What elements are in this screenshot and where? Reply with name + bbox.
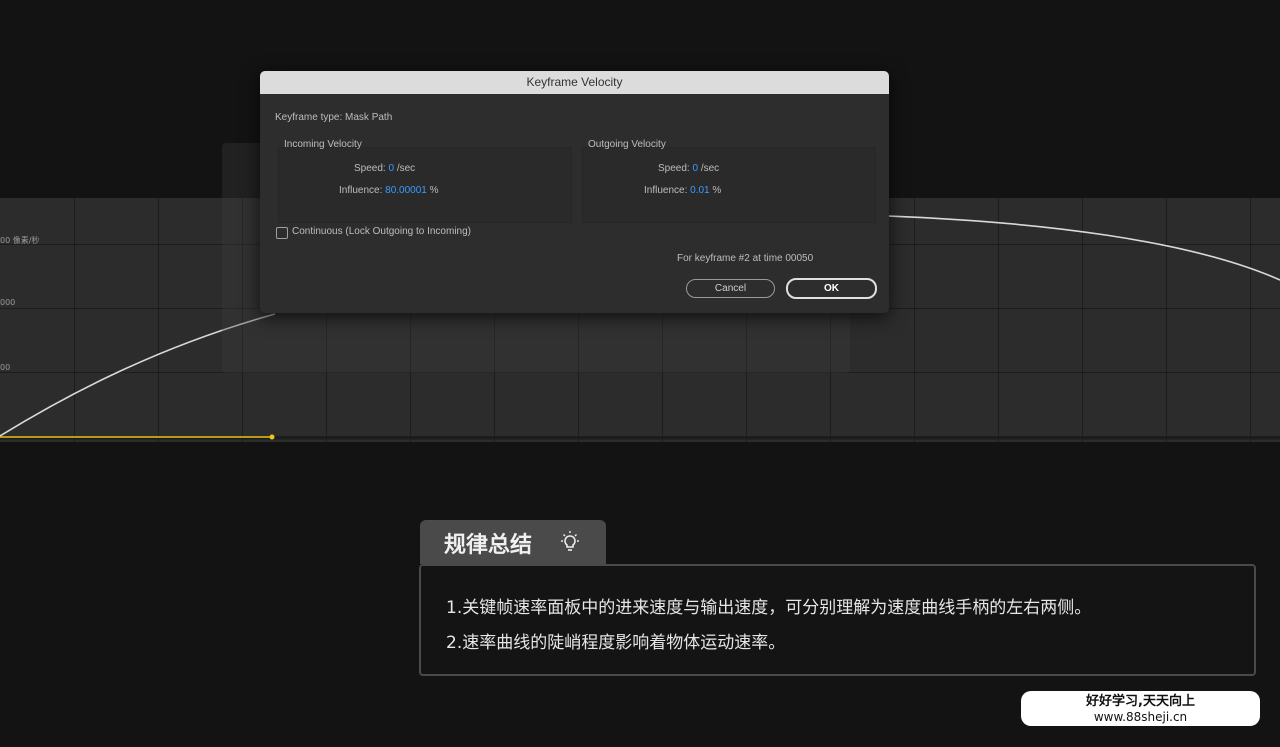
watermark-url: www.88sheji.cn — [1093, 710, 1188, 724]
summary-tab: 规律总结 — [420, 520, 606, 564]
watermark: 好好学习,天天向上 www.88sheji.cn — [1021, 691, 1260, 726]
ok-button[interactable]: OK — [786, 278, 877, 299]
keyframe-handle[interactable] — [269, 434, 275, 440]
outgoing-influence-unit: % — [712, 185, 722, 196]
summary-title: 规律总结 — [444, 533, 533, 558]
cancel-button[interactable]: Cancel — [686, 279, 775, 298]
lightbulb-icon — [561, 531, 579, 551]
outgoing-influence-label: Influence: — [644, 185, 688, 196]
incoming-influence-label: Influence: — [339, 185, 383, 196]
incoming-speed-unit: /sec — [396, 163, 416, 174]
outgoing-speed-label: Speed: — [658, 163, 690, 174]
outgoing-velocity-group — [582, 147, 876, 223]
watermark-line1: 好好学习,天天向上 — [1086, 694, 1195, 709]
keyframe-type-label: Keyframe type: Mask Path — [275, 112, 393, 123]
outgoing-velocity-title: Outgoing Velocity — [588, 139, 666, 150]
incoming-influence-value[interactable]: 80.00001 — [385, 185, 427, 196]
dialog-title[interactable]: Keyframe Velocity — [260, 71, 889, 94]
keyframe-velocity-dialog: Keyframe Velocity Keyframe type: Mask Pa… — [260, 71, 889, 313]
incoming-influence-row: Influence: 80.00001 % — [339, 185, 439, 196]
incoming-velocity-title: Incoming Velocity — [284, 139, 362, 150]
outgoing-influence-row: Influence: 0.01 % — [644, 185, 721, 196]
continuous-label[interactable]: Continuous (Lock Outgoing to Incoming) — [292, 226, 471, 237]
outgoing-speed-row: Speed: 0 /sec — [658, 163, 719, 174]
outgoing-influence-value[interactable]: 0.01 — [690, 185, 709, 196]
incoming-speed-row: Speed: 0 /sec — [354, 163, 415, 174]
summary-line-1: 1.关键帧速率面板中的进来速度与输出速度，可分别理解为速度曲线手柄的左右两侧。 — [446, 598, 1092, 618]
incoming-influence-unit: % — [429, 185, 439, 196]
keyframe-info: For keyframe #2 at time 00050 — [677, 253, 814, 264]
summary-box: 1.关键帧速率面板中的进来速度与输出速度，可分别理解为速度曲线手柄的左右两侧。 … — [419, 564, 1256, 676]
incoming-speed-label: Speed: — [354, 163, 386, 174]
outgoing-speed-value[interactable]: 0 — [692, 163, 698, 174]
outgoing-speed-unit: /sec — [700, 163, 720, 174]
velocity-curve-right — [887, 215, 1280, 281]
summary-line-2: 2.速率曲线的陡峭程度影响着物体运动速率。 — [446, 633, 786, 653]
incoming-speed-value[interactable]: 0 — [388, 163, 394, 174]
continuous-checkbox[interactable] — [276, 227, 288, 239]
